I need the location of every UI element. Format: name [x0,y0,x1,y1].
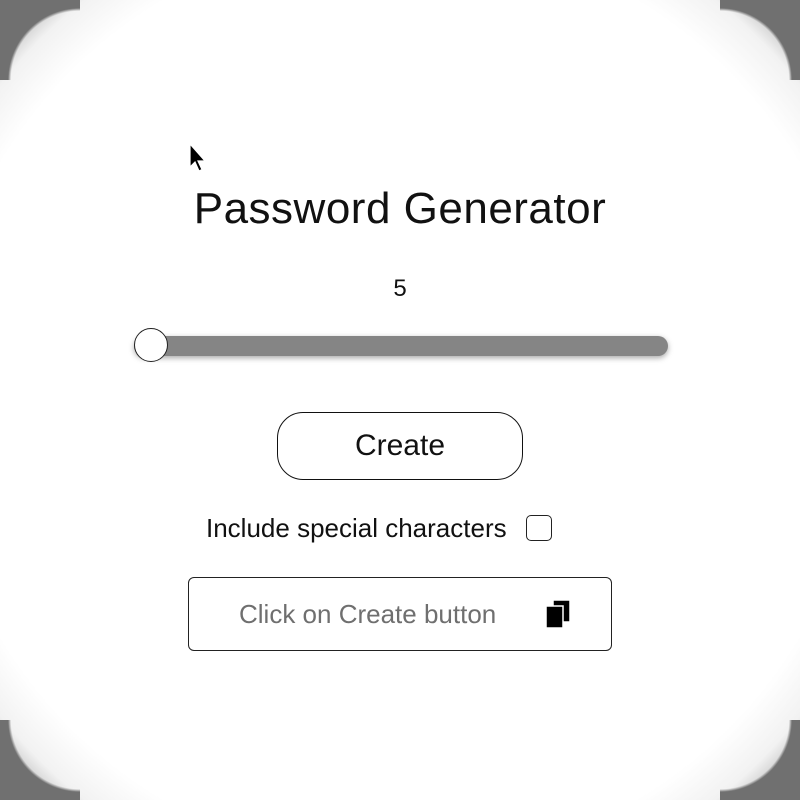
window-corner-shadow [720,720,800,800]
special-characters-label[interactable]: Include special characters [206,511,507,545]
slider-track[interactable] [134,336,668,356]
mouse-pointer-icon [189,143,207,172]
page-title: Password Generator [193,184,607,233]
slider-thumb[interactable] [134,328,168,362]
password-length-value: 5 [393,275,407,302]
window-corner-shadow [0,720,80,800]
window-frame [0,0,800,800]
create-button[interactable]: Create [277,412,523,480]
password-output-field[interactable]: Click on Create button [188,577,612,651]
special-characters-option[interactable]: Include special characters [206,511,552,545]
password-length-slider[interactable] [134,328,668,364]
copy-icon[interactable] [544,599,572,629]
password-output-placeholder: Click on Create button [239,599,497,629]
special-characters-checkbox[interactable] [525,515,552,541]
window-corner-shadow [720,0,800,80]
window-corner-shadow [0,0,80,80]
